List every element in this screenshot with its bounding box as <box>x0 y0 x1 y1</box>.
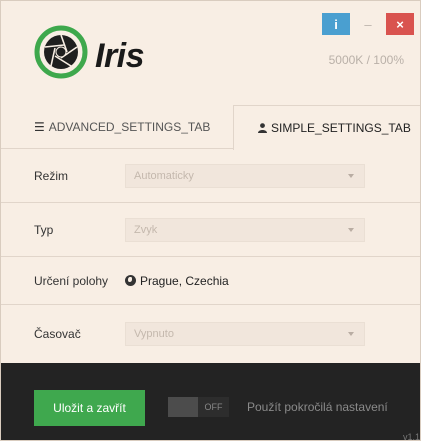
app-name: Iris <box>95 37 145 75</box>
tab-bar: ☰ ADVANCED_SETTINGS_TAB SIMPLE_SETTINGS_… <box>1 105 420 150</box>
close-button[interactable]: × <box>386 13 414 35</box>
advanced-settings-toggle[interactable]: OFF <box>168 397 229 417</box>
color-temperature-status: 5000K / 100% <box>328 53 404 67</box>
menu-icon: ☰ <box>34 120 45 134</box>
location-link[interactable]: Prague, Czechia <box>125 274 229 288</box>
tab-advanced-settings[interactable]: ☰ ADVANCED_SETTINGS_TAB <box>1 105 233 149</box>
chevron-down-icon <box>348 227 354 232</box>
location-value: Prague, Czechia <box>140 273 229 288</box>
timer-value: Vypnuto <box>134 328 174 340</box>
tab-simple-label: SIMPLE_SETTINGS_TAB <box>271 121 411 135</box>
timer-select[interactable]: Vypnuto <box>125 322 365 346</box>
type-row: Typ Zvyk <box>1 203 420 257</box>
app-window: Iris i – × 5000K / 100% ☰ ADVANCED_SETTI… <box>0 0 421 441</box>
type-value: Zvyk <box>134 223 158 236</box>
user-icon <box>258 123 267 133</box>
timer-row: Časovač Vypnuto <box>1 305 420 363</box>
mode-select[interactable]: Automaticky <box>125 163 365 188</box>
version-label: v1.1 <box>402 432 420 441</box>
mode-row: Režim Automaticky <box>1 149 420 203</box>
type-label: Typ <box>34 222 54 237</box>
chevron-down-icon <box>348 332 354 336</box>
globe-icon <box>125 275 136 286</box>
info-button[interactable]: i <box>322 13 350 35</box>
location-label: Určení polohy <box>34 273 109 288</box>
mode-value: Automaticky <box>134 169 194 182</box>
tab-advanced-label: ADVANCED_SETTINGS_TAB <box>48 120 211 134</box>
mode-label: Režim <box>34 168 69 183</box>
type-select[interactable]: Zvyk <box>125 217 365 242</box>
footer: Uložit a zavřít OFF Použít pokročilá nas… <box>1 363 420 441</box>
toggle-state: OFF <box>198 397 229 417</box>
location-row: Určení polohy Prague, Czechia <box>1 257 420 305</box>
header: Iris i – × 5000K / 100% <box>1 1 420 105</box>
timer-label: Časovač <box>34 327 81 341</box>
save-and-close-button[interactable]: Uložit a zavřít <box>34 390 145 426</box>
iris-logo-icon <box>34 25 88 79</box>
window-controls: i – × <box>322 13 414 35</box>
chevron-down-icon <box>348 173 354 178</box>
minimize-button[interactable]: – <box>354 13 382 35</box>
advanced-settings-label: Použít pokročilá nastavení <box>247 400 388 414</box>
tab-simple-settings[interactable]: SIMPLE_SETTINGS_TAB <box>233 105 420 150</box>
toggle-knob <box>168 397 198 417</box>
